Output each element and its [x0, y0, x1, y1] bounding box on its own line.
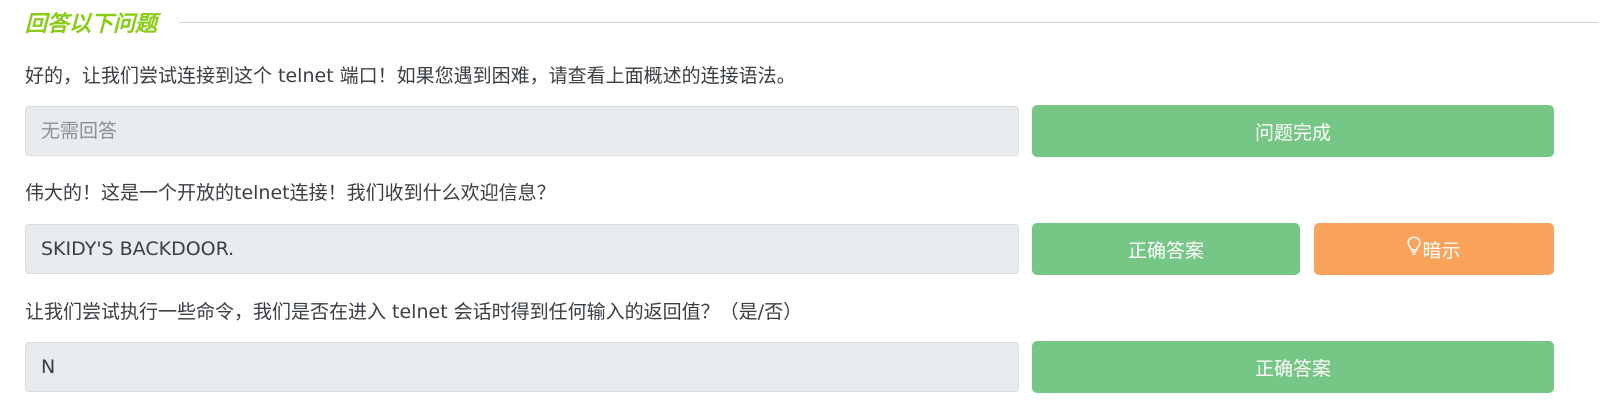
lightbulb-icon [1407, 236, 1422, 255]
question-2-text: 伟大的！这是一个开放的telnet连接！我们收到什么欢迎信息？ [25, 182, 556, 204]
question-1-answer-input[interactable] [25, 106, 1019, 156]
question-3-correct-answer-button[interactable]: 正确答案 [1032, 341, 1554, 393]
section-divider [179, 21, 1599, 23]
section-header: 回答以下问题 [25, 4, 1599, 40]
question-1-text: 好的，让我们尝试连接到这个 telnet 端口！如果您遇到困难，请查看上面概述的… [25, 65, 796, 87]
question-3-text: 让我们尝试执行一些命令，我们是否在进入 telnet 会话时得到任何输入的返回值… [25, 301, 803, 323]
question-1-complete-button[interactable]: 问题完成 [1032, 105, 1554, 157]
question-2-correct-answer-button[interactable]: 正确答案 [1032, 223, 1300, 275]
hint-label: 暗示 [1422, 239, 1461, 262]
section-title: 回答以下问题 [25, 12, 158, 37]
question-2-answer-input[interactable] [25, 224, 1019, 274]
question-2-hint-button[interactable]: 暗示 [1314, 223, 1554, 275]
question-3-answer-input[interactable] [25, 342, 1019, 392]
